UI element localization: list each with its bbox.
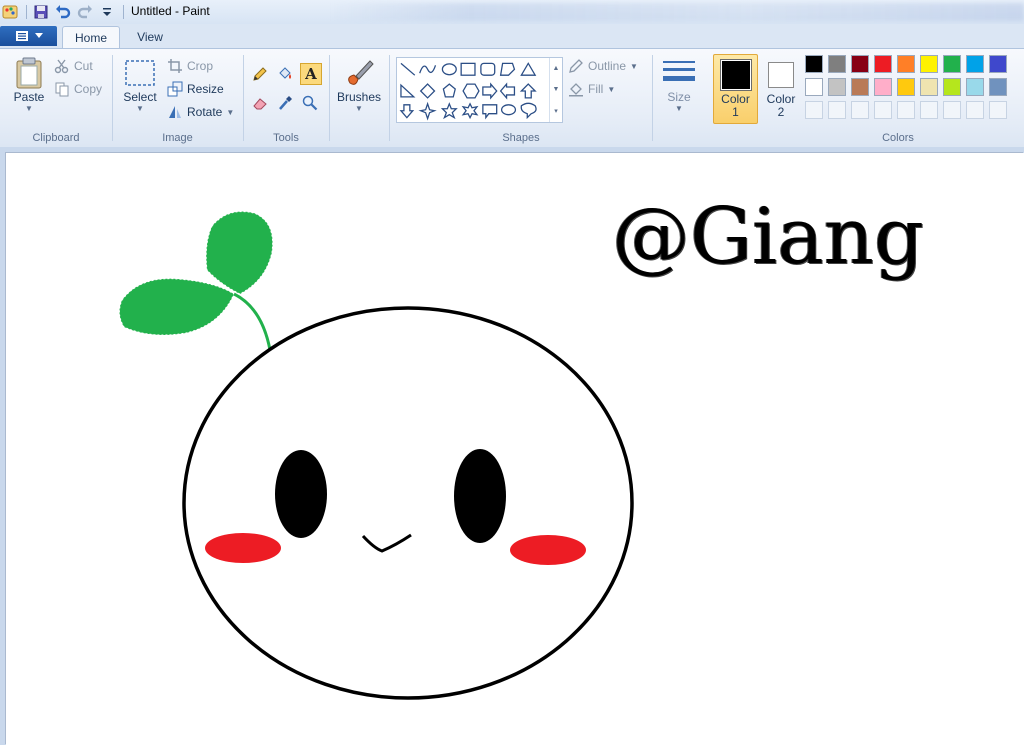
canvas-text-giang: @Giang — [612, 192, 924, 282]
left-eye — [275, 450, 327, 538]
right-eye — [454, 449, 506, 543]
leaf-shape — [205, 211, 274, 295]
leaf-shape — [118, 278, 235, 336]
face-outline — [182, 306, 634, 700]
left-blush — [205, 533, 281, 563]
right-blush — [510, 535, 586, 565]
canvas-drawing — [118, 211, 634, 700]
sprout-stem — [233, 292, 272, 351]
